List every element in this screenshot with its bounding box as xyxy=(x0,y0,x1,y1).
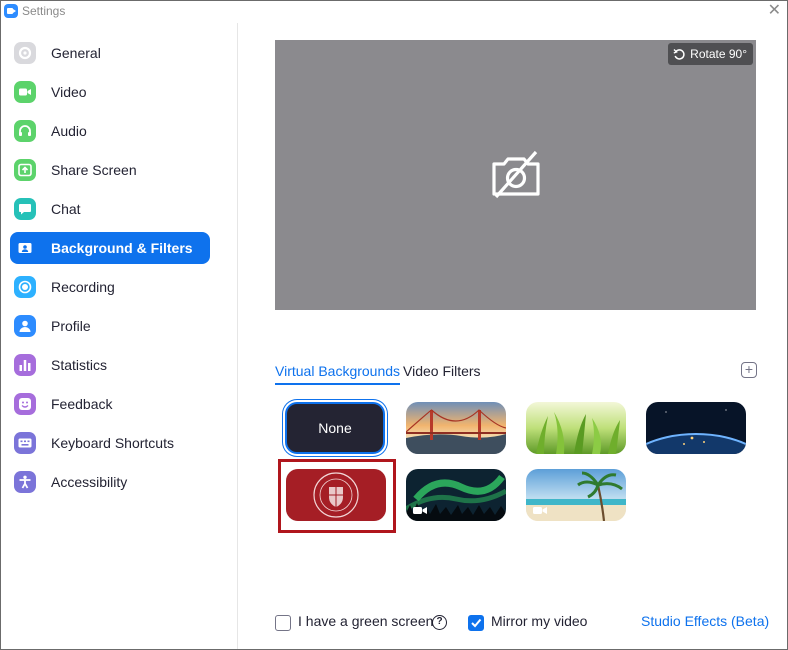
highlight-box xyxy=(278,459,396,533)
zoom-app-icon xyxy=(4,4,18,18)
video-camera-icon xyxy=(14,81,36,103)
background-earth[interactable] xyxy=(646,402,746,454)
sidebar-item-label: General xyxy=(51,45,101,61)
sidebar-item-label: Keyboard Shortcuts xyxy=(51,435,174,451)
sidebar-item-label: Audio xyxy=(51,123,87,139)
background-beach[interactable] xyxy=(526,469,626,521)
background-grass[interactable] xyxy=(526,402,626,454)
share-screen-icon xyxy=(14,159,36,181)
rotate-button[interactable]: Rotate 90° xyxy=(668,43,753,65)
background-aurora[interactable] xyxy=(406,469,506,521)
accessibility-icon xyxy=(14,471,36,493)
window-title: Settings xyxy=(22,4,66,18)
sidebar-item-accessibility[interactable]: Accessibility xyxy=(10,466,210,498)
plus-icon[interactable]: + xyxy=(741,362,757,378)
sidebar-item-keyboard-shortcuts[interactable]: Keyboard Shortcuts xyxy=(10,427,210,459)
sidebar-item-audio[interactable]: Audio xyxy=(10,115,210,147)
sidebar-item-recording[interactable]: Recording xyxy=(10,271,210,303)
chat-icon xyxy=(14,198,36,220)
settings-sidebar: General Video Audio Share Screen Chat Ba… xyxy=(1,23,238,649)
help-icon[interactable]: ? xyxy=(432,615,447,630)
mirror-video-label: Mirror my video xyxy=(491,613,588,629)
background-tabs: Virtual Backgrounds Video Filters + xyxy=(275,361,757,385)
sidebar-item-feedback[interactable]: Feedback xyxy=(10,388,210,420)
sidebar-item-profile[interactable]: Profile xyxy=(10,310,210,342)
settings-window: Settings ✕ General Video Audio Share Scr… xyxy=(0,0,788,650)
green-screen-label: I have a green screen xyxy=(298,613,434,629)
sidebar-item-label: Recording xyxy=(51,279,115,295)
tab-video-filters[interactable]: Video Filters xyxy=(403,363,481,383)
sidebar-item-label: Statistics xyxy=(51,357,108,373)
video-camera-icon xyxy=(413,507,427,514)
smiley-icon xyxy=(14,393,36,415)
sidebar-item-label: Video xyxy=(51,84,87,100)
video-camera-icon xyxy=(533,507,547,514)
sidebar-item-video[interactable]: Video xyxy=(10,76,210,108)
rotate-label: Rotate 90° xyxy=(690,47,747,61)
gear-icon xyxy=(14,42,36,64)
background-golden-gate[interactable] xyxy=(406,402,506,454)
sidebar-item-label: Chat xyxy=(51,201,81,217)
sidebar-item-general[interactable]: General xyxy=(10,37,210,69)
background-none-label: None xyxy=(318,420,352,436)
title-bar: Settings ✕ xyxy=(1,1,787,23)
sidebar-item-statistics[interactable]: Statistics xyxy=(10,349,210,381)
sidebar-item-label: Background & Filters xyxy=(51,240,193,256)
sidebar-item-label: Share Screen xyxy=(51,162,137,178)
sidebar-item-background-filters[interactable]: Background & Filters xyxy=(10,232,210,264)
tab-virtual-backgrounds[interactable]: Virtual Backgrounds xyxy=(275,363,401,385)
sidebar-item-share-screen[interactable]: Share Screen xyxy=(10,154,210,186)
close-icon[interactable]: ✕ xyxy=(768,3,781,19)
video-preview: Rotate 90° xyxy=(275,40,756,310)
sidebar-item-chat[interactable]: Chat xyxy=(10,193,210,225)
checkmark-icon xyxy=(471,618,482,628)
profile-icon xyxy=(14,315,36,337)
background-none[interactable]: None xyxy=(285,402,385,454)
sidebar-item-label: Feedback xyxy=(51,396,113,412)
green-screen-checkbox[interactable] xyxy=(275,615,291,631)
headphones-icon xyxy=(14,120,36,142)
person-card-icon xyxy=(14,237,36,259)
mirror-video-checkbox[interactable] xyxy=(468,615,484,631)
bar-chart-icon xyxy=(14,354,36,376)
studio-effects-link[interactable]: Studio Effects (Beta) xyxy=(641,613,769,629)
record-icon xyxy=(14,276,36,298)
sidebar-item-label: Profile xyxy=(51,318,91,334)
rotate-icon xyxy=(673,48,685,60)
keyboard-icon xyxy=(14,432,36,454)
sidebar-item-label: Accessibility xyxy=(51,474,128,490)
camera-off-icon xyxy=(492,150,540,199)
